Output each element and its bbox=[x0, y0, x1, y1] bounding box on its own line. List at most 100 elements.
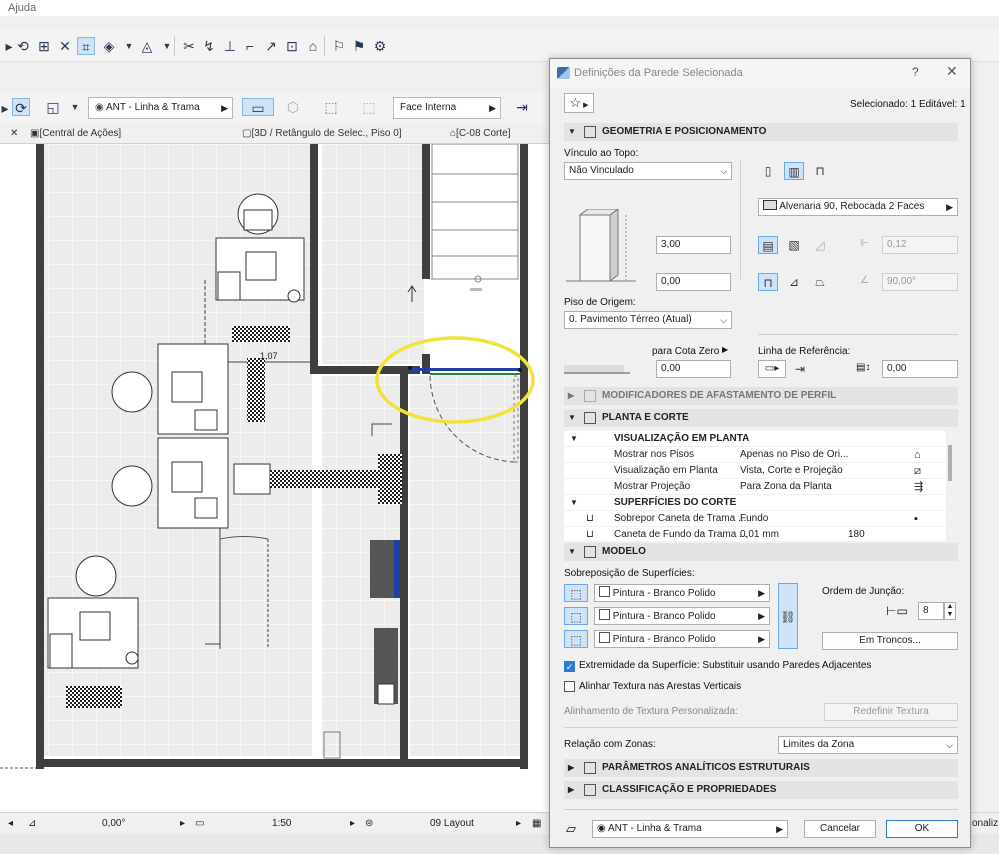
section-geometry[interactable]: ▼ GEOMETRIA E POSICIONAMENTO bbox=[564, 123, 958, 141]
tab-close-icon[interactable]: ✕ bbox=[10, 128, 18, 139]
tree-row[interactable]: Mostrar Projeção Para Zona da Planta ⇶ bbox=[564, 479, 946, 495]
layer-flag-icon[interactable]: ⚑ bbox=[350, 37, 368, 55]
fillet-icon[interactable]: ⌐ bbox=[241, 37, 259, 55]
chevron-right-icon[interactable]: ▸ bbox=[350, 818, 355, 829]
elevate-icon[interactable]: ⊥ bbox=[221, 37, 239, 55]
footer-layer-select[interactable]: ◉ ANT - Linha & Trama ▶ bbox=[592, 820, 788, 838]
ref-line-side-icon[interactable]: ⇥ bbox=[790, 360, 810, 378]
chevron-right-icon[interactable]: ▶ bbox=[722, 345, 728, 354]
wall-3d-icon[interactable]: ⬚ bbox=[322, 98, 340, 116]
reference-line-icon[interactable]: ⇥ bbox=[510, 98, 534, 116]
pen-icon[interactable]: ◱ bbox=[44, 98, 62, 116]
select-points-icon[interactable]: ⌗ bbox=[77, 37, 95, 55]
snap-icon[interactable]: ✕ bbox=[56, 37, 74, 55]
wall-structure-profile-icon[interactable]: ⊓ bbox=[810, 162, 830, 180]
tab-section[interactable]: ⌂[C-08 Corte] bbox=[450, 128, 511, 139]
flag-icon[interactable]: ⚐ bbox=[330, 37, 348, 55]
wall-angle-field[interactable]: 90,00° bbox=[882, 273, 958, 291]
section-profile-modifiers[interactable]: ▶ MODIFICADORES DE AFASTAMENTO DE PERFIL bbox=[564, 387, 958, 405]
shape-icon[interactable]: ◬ bbox=[138, 37, 156, 55]
favorite-wall-icon[interactable]: ⟳ bbox=[12, 98, 30, 116]
dimension-icon[interactable]: ⊞ bbox=[35, 37, 53, 55]
wall-base-offset-field[interactable]: 0,00 bbox=[656, 273, 731, 291]
wall-structure-basic-icon[interactable]: ▯ bbox=[758, 162, 778, 180]
wall-hatch-slant-icon[interactable]: ▧ bbox=[784, 236, 804, 254]
chevron-right-icon[interactable]: ▸ bbox=[516, 818, 521, 829]
surface-select-outside[interactable]: Pintura - Branco Polido ▶ bbox=[594, 584, 770, 602]
tree-header[interactable]: ▼ VISUALIZAÇÃO EM PLANTA bbox=[564, 431, 946, 447]
ref-line-offset-field[interactable]: 0,00 bbox=[882, 360, 958, 378]
tab-action-center[interactable]: ▣[Central de Ações] bbox=[30, 128, 121, 139]
section-structural-analysis[interactable]: ▶ PARÂMETROS ANALÍTICOS ESTRUTURAIS bbox=[564, 759, 958, 777]
tree-header[interactable]: ▼ SUPERFÍCIES DO CORTE bbox=[564, 495, 946, 511]
trace-icon[interactable]: ⟲ bbox=[14, 37, 32, 55]
info-box-arrow-icon[interactable]: ▸ bbox=[0, 99, 10, 117]
chevron-right-icon[interactable]: ▸ bbox=[180, 818, 185, 829]
wall-thickness-field[interactable]: 0,12 bbox=[882, 236, 958, 254]
section-plan-and-section[interactable]: ▼ PLANTA E CORTE bbox=[564, 409, 958, 427]
base-offset-field[interactable]: 0,00 bbox=[656, 360, 731, 378]
surface-override-inside-icon[interactable]: ⬚ bbox=[564, 630, 588, 648]
help-button[interactable]: ? bbox=[912, 65, 919, 79]
dropdown-arrow-icon[interactable]: ▼ bbox=[120, 37, 138, 55]
offset-icon[interactable]: ↗ bbox=[262, 37, 280, 55]
adjust-icon[interactable]: ↯ bbox=[200, 37, 218, 55]
tree-row[interactable]: Visualização em Planta Vista, Corte e Pr… bbox=[564, 463, 946, 479]
ok-button[interactable]: OK bbox=[886, 820, 958, 838]
wall-trapezoid-icon[interactable]: ◿ bbox=[810, 236, 830, 254]
favorites-button[interactable]: ☆ ▶ bbox=[564, 93, 594, 113]
wall-slanted-icon[interactable]: ⊿ bbox=[784, 273, 804, 291]
geometry-method-icon[interactable]: ▭ bbox=[242, 98, 274, 116]
tree-row[interactable]: ⊔ Caneta de Fundo da Trama ... 0,01 mm 1… bbox=[564, 527, 946, 541]
surface-select-inside[interactable]: Pintura - Branco Polido ▶ bbox=[594, 630, 770, 648]
roof-icon[interactable]: ⌂ bbox=[304, 37, 322, 55]
section-classification[interactable]: ▶ CLASSIFICAÇÃO E PROPRIEDADES bbox=[564, 781, 958, 799]
tree-scrollbar[interactable] bbox=[948, 445, 952, 481]
wall-type-icon[interactable]: ⬡ bbox=[284, 98, 302, 116]
scale-value[interactable]: 1:50 bbox=[272, 818, 291, 829]
surface-override-checkbox[interactable] bbox=[599, 609, 610, 620]
section-model[interactable]: ▼ MODELO bbox=[564, 543, 958, 561]
top-link-select[interactable]: Não Vinculado ⌵ bbox=[564, 162, 732, 180]
close-button[interactable]: ✕ bbox=[946, 63, 958, 80]
extremity-checkbox[interactable]: ✓ bbox=[564, 661, 575, 672]
settings-cog-icon[interactable]: ⚙ bbox=[371, 37, 389, 55]
surface-override-outside-icon[interactable]: ⬚ bbox=[564, 584, 588, 602]
layer-selector[interactable]: ◉ ANT - Linha & Trama ▶ bbox=[88, 97, 233, 119]
resize-icon[interactable]: ⊡ bbox=[283, 37, 301, 55]
cancel-button[interactable]: Cancelar bbox=[804, 820, 876, 838]
chain-link-icon[interactable]: ⛓ bbox=[778, 583, 798, 649]
floor-plan-canvas[interactable]: 1,07 bbox=[0, 144, 552, 812]
junction-order-field[interactable]: 8 bbox=[918, 602, 944, 620]
dropdown-arrow-icon[interactable]: ▼ bbox=[66, 98, 84, 116]
ref-line-location-icon[interactable]: ▭▸ bbox=[758, 360, 786, 378]
junction-stepper[interactable]: ▲ ▼ bbox=[944, 602, 956, 620]
surface-override-checkbox[interactable] bbox=[599, 586, 610, 597]
layout-value[interactable]: 09 Layout bbox=[430, 818, 474, 829]
home-story-select[interactable]: 0. Pavimento Térreo (Atual) ⌵ bbox=[564, 311, 732, 329]
split-icon[interactable]: ✂ bbox=[180, 37, 198, 55]
surface-selector[interactable]: Face Interna ▶ bbox=[393, 97, 501, 119]
tab-3d-view[interactable]: ▢[3D / Retângulo de Selec., Piso 0] bbox=[242, 128, 402, 139]
wall-structure-composite-icon[interactable]: ▥ bbox=[784, 162, 804, 180]
zone-relation-select[interactable]: Limites da Zona ⌵ bbox=[778, 736, 958, 754]
wall-slant-icon[interactable]: ⬚ bbox=[360, 98, 378, 116]
wall-hatch-icon[interactable]: ▤ bbox=[758, 236, 778, 254]
magic-wand-icon[interactable]: ◈ bbox=[100, 37, 118, 55]
menu-help[interactable]: Ajuda bbox=[8, 2, 36, 14]
angle-value[interactable]: 0,00° bbox=[102, 818, 125, 829]
wall-height-field[interactable]: 3,00 bbox=[656, 236, 731, 254]
surface-override-checkbox[interactable] bbox=[599, 632, 610, 643]
composite-select[interactable]: Alvenaria 90, Rebocada 2 Faces ▶ bbox=[758, 198, 958, 216]
status-arrow-icon[interactable]: ◂ bbox=[8, 818, 13, 829]
project-zero-label[interactable]: para Cota Zero bbox=[652, 346, 719, 357]
surface-select-edge[interactable]: Pintura - Branco Polido ▶ bbox=[594, 607, 770, 625]
tree-row[interactable]: ⊔ Sobrepor Caneta de Trama ... Fundo ▪ bbox=[564, 511, 946, 527]
reset-texture-button[interactable]: Redefinir Textura bbox=[824, 703, 958, 721]
tree-row[interactable]: Mostrar nos Pisos Apenas no Piso de Ori.… bbox=[564, 447, 946, 463]
wall-straight-icon[interactable]: ⊓ bbox=[758, 273, 778, 291]
align-texture-checkbox[interactable] bbox=[564, 681, 575, 692]
log-details-button[interactable]: Em Troncos... bbox=[822, 632, 958, 650]
surface-override-edge-icon[interactable]: ⬚ bbox=[564, 607, 588, 625]
wall-double-slanted-icon[interactable]: ⏢ bbox=[810, 273, 830, 291]
